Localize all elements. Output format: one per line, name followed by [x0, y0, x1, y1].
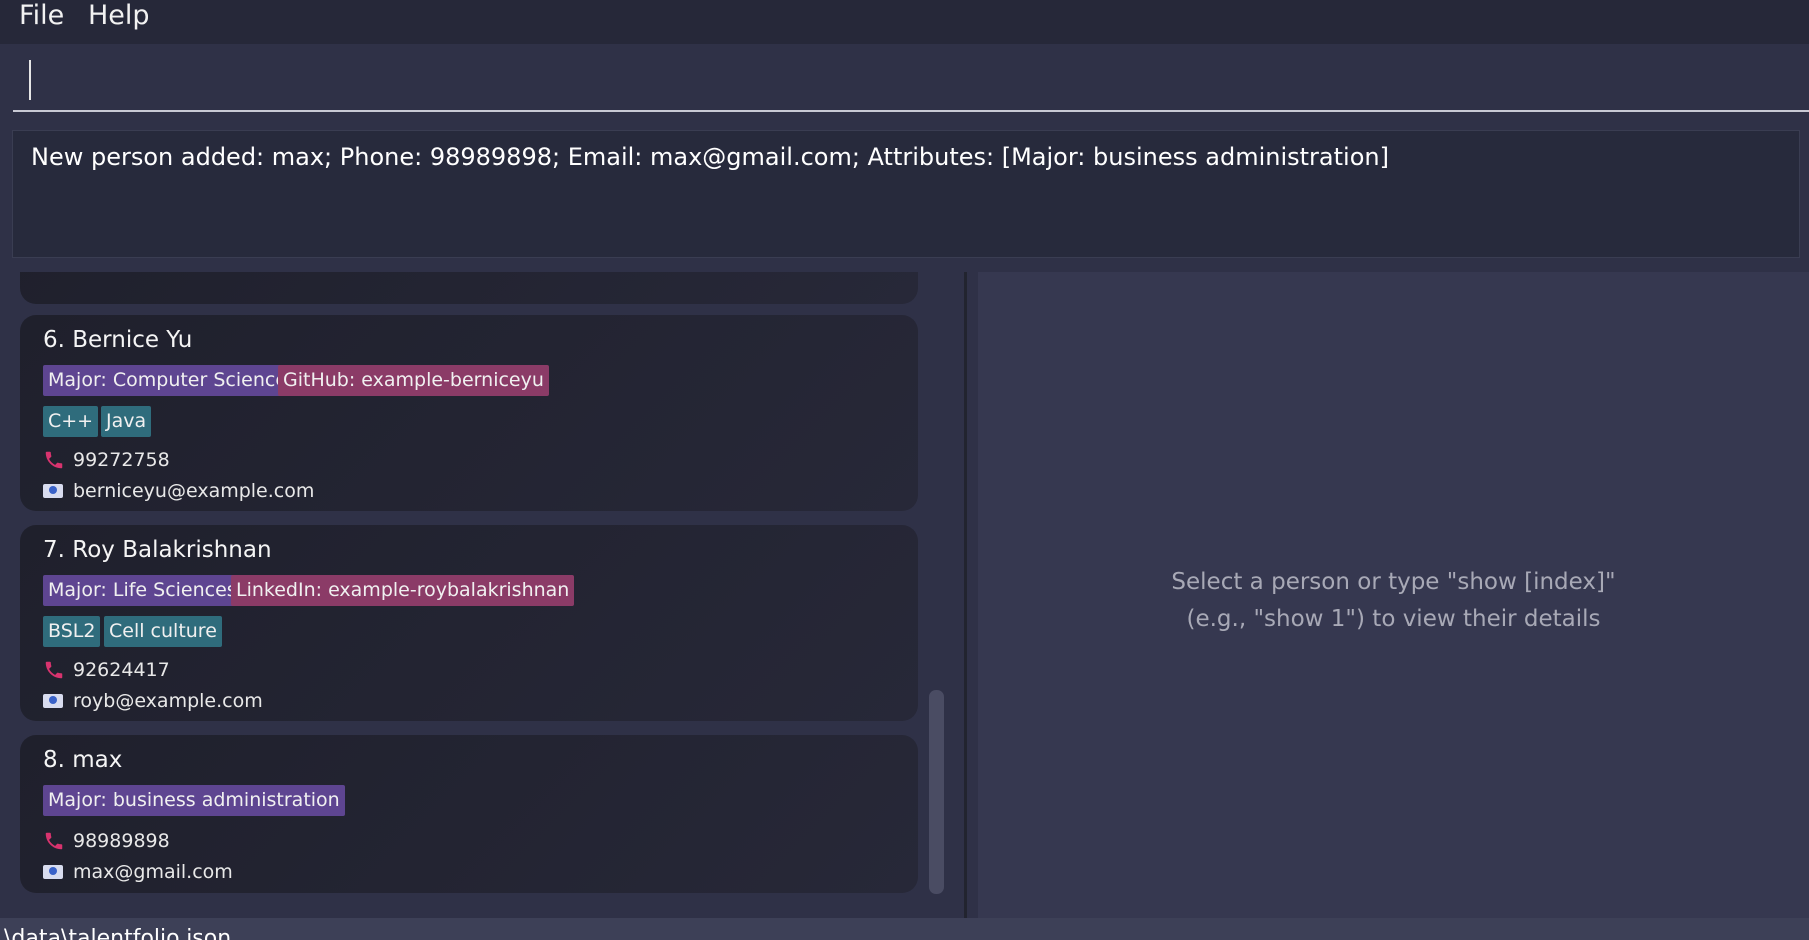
text-caret [29, 60, 31, 100]
email-row: berniceyu@example.com [43, 479, 314, 503]
person-name: 8. max [43, 747, 123, 773]
email-icon [43, 865, 63, 879]
attribute-chip: Major: business administration [43, 785, 345, 816]
email-address: royb@example.com [73, 690, 263, 712]
person-card[interactable]: 6. Bernice Yu Major: Computer Science Gi… [20, 315, 918, 511]
phone-icon [45, 451, 63, 469]
pane-divider[interactable] [964, 272, 967, 918]
person-list[interactable]: 6. Bernice Yu Major: Computer Science Gi… [0, 272, 964, 918]
tag-chip: C++ [43, 406, 99, 437]
attribute-chip: GitHub: example-berniceyu [278, 365, 549, 396]
phone-number: 92624417 [73, 659, 170, 681]
save-location: \data\talentfolio.json [4, 926, 232, 940]
result-display: New person added: max; Phone: 98989898; … [12, 130, 1800, 258]
detail-placeholder-line2: (e.g., "show 1") to view their details [1186, 606, 1601, 632]
attribute-chip: Major: Life Sciences [43, 575, 242, 606]
attribute-chip: Major: Computer Science [43, 365, 293, 396]
email-row: royb@example.com [43, 689, 263, 713]
command-input[interactable] [13, 60, 1809, 112]
result-message: New person added: max; Phone: 98989898; … [31, 143, 1389, 171]
tag-chip: Cell culture [104, 616, 222, 647]
person-card-partial[interactable] [20, 272, 918, 304]
command-box [0, 44, 1809, 130]
detail-placeholder: Select a person or type "show [index]" (… [978, 564, 1809, 638]
person-card[interactable]: 7. Roy Balakrishnan Major: Life Sciences… [20, 525, 918, 721]
attribute-chip: LinkedIn: example-roybalakrishnan [231, 575, 575, 606]
status-bar: \data\talentfolio.json [0, 918, 1809, 940]
person-name: 6. Bernice Yu [43, 327, 193, 353]
detail-pane: Select a person or type "show [index]" (… [978, 272, 1809, 918]
email-icon [43, 484, 63, 498]
person-card[interactable]: 8. max Major: business administration 98… [20, 735, 918, 893]
detail-placeholder-line1: Select a person or type "show [index]" [1171, 569, 1616, 595]
menu-file[interactable]: File [19, 0, 64, 34]
email-address: berniceyu@example.com [73, 480, 315, 502]
email-address: max@gmail.com [73, 861, 233, 883]
person-name: 7. Roy Balakrishnan [43, 537, 272, 563]
email-icon [43, 694, 63, 708]
phone-number: 99272758 [73, 449, 170, 471]
menu-bar: File Help [0, 0, 1809, 44]
phone-row: 99272758 [43, 448, 170, 472]
phone-icon [45, 832, 63, 850]
list-scrollbar[interactable] [929, 690, 944, 894]
phone-number: 98989898 [73, 830, 170, 852]
phone-row: 92624417 [43, 658, 170, 682]
phone-icon [45, 661, 63, 679]
email-row: max@gmail.com [43, 860, 233, 884]
phone-row: 98989898 [43, 829, 170, 853]
menu-help[interactable]: Help [88, 0, 150, 34]
tag-chip: BSL2 [43, 616, 101, 647]
tag-chip: Java [101, 406, 152, 437]
